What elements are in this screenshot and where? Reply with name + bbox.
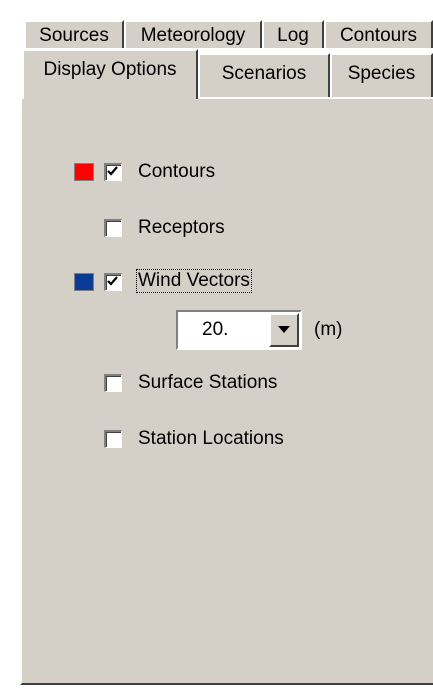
tab-log[interactable]: Log	[262, 20, 324, 48]
surface-stations-label: Surface Stations	[138, 372, 278, 393]
tab-label: Species	[347, 63, 416, 84]
contours-color-swatch[interactable]	[74, 163, 94, 181]
dropdown-button[interactable]	[269, 313, 299, 347]
chevron-down-icon	[278, 326, 290, 333]
station-locations-checkbox[interactable]	[104, 430, 122, 448]
wind-vectors-checkbox[interactable]	[104, 273, 122, 291]
tab-label: Scenarios	[221, 63, 307, 84]
tab-species[interactable]: Species	[330, 53, 433, 97]
vector-scale-unit: (m)	[314, 319, 343, 340]
receptors-label: Receptors	[138, 217, 225, 238]
vector-scale-select[interactable]: 20.	[176, 310, 302, 350]
wind-vectors-color-swatch[interactable]	[74, 273, 94, 291]
surface-stations-checkbox[interactable]	[104, 374, 122, 392]
tab-contours[interactable]: Contours	[324, 20, 433, 48]
check-icon	[107, 276, 118, 286]
tab-sources[interactable]: Sources	[24, 20, 124, 48]
contours-checkbox[interactable]	[104, 163, 122, 181]
tab-label: Meteorology	[140, 25, 246, 46]
tab-label: Log	[277, 25, 309, 46]
tab-scenarios[interactable]: Scenarios	[198, 53, 330, 97]
check-icon	[107, 166, 118, 176]
receptors-checkbox[interactable]	[104, 219, 122, 237]
contours-label: Contours	[138, 161, 216, 182]
wind-vectors-label: Wind Vectors	[136, 269, 252, 293]
vector-scale-value: 20.	[202, 319, 229, 340]
station-locations-label: Station Locations	[138, 428, 284, 449]
tab-label: Display Options	[43, 59, 177, 80]
tab-label: Contours	[339, 25, 418, 46]
tab-meteorology[interactable]: Meteorology	[124, 20, 262, 48]
tab-display-options[interactable]: Display Options	[22, 49, 198, 99]
tab-label: Sources	[39, 25, 109, 46]
